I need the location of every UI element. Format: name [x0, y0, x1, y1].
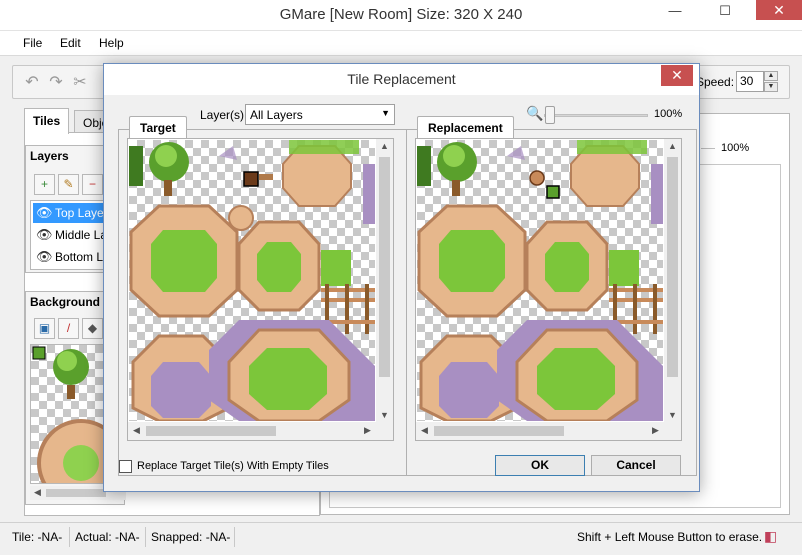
target-hscroll-thumb[interactable]	[146, 426, 276, 436]
scroll-right-icon[interactable]: ▶	[360, 425, 375, 436]
scroll-down-icon[interactable]: ▼	[665, 410, 680, 420]
brush-icon[interactable]: /	[58, 318, 79, 339]
delete-layer-icon[interactable]: −	[82, 174, 103, 195]
replacement-hscroll-thumb[interactable]	[434, 426, 564, 436]
eye-icon[interactable]: 👁	[36, 225, 53, 245]
status-snapped: Snapped: -NA-	[151, 530, 231, 544]
sand-ring-large	[129, 204, 239, 318]
status-tile: Tile: -NA-	[12, 530, 63, 544]
scroll-down-icon[interactable]: ▼	[377, 410, 392, 420]
undo-icon[interactable]: ↶	[21, 72, 43, 94]
scroll-right-icon[interactable]: ▶	[648, 425, 663, 436]
eye-icon[interactable]: 👁	[36, 203, 53, 223]
sand-ring-medium	[237, 220, 321, 312]
redo-icon[interactable]: ↷	[45, 72, 67, 94]
empty-tiles-checkbox[interactable]	[119, 460, 132, 473]
tab-tiles[interactable]: Tiles	[24, 108, 70, 134]
zoom-value: 100%	[654, 108, 683, 120]
replacement-group: Replacement ▲ ▼ ◀ ▶	[406, 116, 697, 476]
room-zoom-slider[interactable]	[701, 148, 715, 149]
image-icon[interactable]: ▣	[34, 318, 55, 339]
room-zoom-value: 100%	[721, 142, 750, 154]
status-separator	[69, 527, 70, 547]
status-bar: Tile: -NA- Actual: -NA- Snapped: -NA- Sh…	[0, 522, 802, 555]
scroll-left-icon[interactable]: ◀	[417, 425, 432, 436]
replacement-vscroll-thumb[interactable]	[667, 157, 678, 377]
speed-input[interactable]: 30	[736, 71, 764, 92]
target-viewport[interactable]: ▲ ▼ ◀ ▶	[127, 138, 394, 441]
eraser-icon: ◧	[764, 528, 778, 544]
status-separator	[145, 527, 146, 547]
zoom-slider-thumb[interactable]	[545, 106, 555, 124]
add-layer-icon[interactable]: +	[34, 174, 55, 195]
status-actual: Actual: -NA-	[75, 530, 140, 544]
minimize-button[interactable]: —	[660, 0, 690, 22]
speed-up-button[interactable]: ▲	[764, 71, 778, 81]
menu-edit[interactable]: Edit	[60, 36, 81, 50]
magnifier-icon: 🔍	[526, 105, 544, 121]
tile-cursor	[32, 346, 46, 360]
dialog-title: Tile Replacement	[347, 71, 456, 87]
scroll-up-icon[interactable]: ▲	[377, 141, 392, 151]
dialog-titlebar: Tile Replacement ✕	[104, 64, 699, 95]
zoom-slider-track[interactable]	[544, 114, 648, 117]
replacement-tileset-art	[417, 140, 663, 423]
target-hscroll[interactable]: ◀ ▶	[128, 422, 376, 440]
target-tab[interactable]: Target	[129, 116, 187, 138]
background-title: Background	[30, 295, 101, 309]
replacement-tileset[interactable]	[417, 140, 663, 423]
target-tileset-art	[129, 140, 375, 423]
status-separator	[234, 527, 235, 547]
replacement-tab[interactable]: Replacement	[417, 116, 514, 138]
target-vscroll-thumb[interactable]	[379, 157, 390, 377]
replacement-vscroll[interactable]: ▲ ▼	[664, 139, 681, 422]
close-button[interactable]: ✕	[756, 0, 802, 20]
stone-ring	[209, 320, 375, 423]
target-tileset[interactable]	[129, 140, 375, 423]
layers-label: Layer(s):	[200, 108, 248, 122]
menu-file[interactable]: File	[23, 36, 42, 50]
target-group: Target ▲ ▼ ◀ ▶	[118, 116, 409, 476]
speed-down-button[interactable]: ▼	[764, 82, 778, 92]
edit-layer-icon[interactable]: ✎	[58, 174, 79, 195]
scroll-left-icon[interactable]: ◀	[129, 425, 144, 436]
replacement-hscroll[interactable]: ◀ ▶	[416, 422, 664, 440]
dialog-close-button[interactable]: ✕	[661, 65, 693, 86]
speed-label: Speed:	[696, 75, 735, 89]
scroll-up-icon[interactable]: ▲	[665, 141, 680, 151]
target-vscroll[interactable]: ▲ ▼	[376, 139, 393, 422]
replacement-viewport[interactable]: ▲ ▼ ◀ ▶	[415, 138, 682, 441]
menu-help[interactable]: Help	[99, 36, 124, 50]
fill-icon[interactable]: ◆	[82, 318, 103, 339]
empty-tiles-label: Replace Target Tile(s) With Empty Tiles	[137, 460, 329, 472]
ok-button[interactable]: OK	[495, 455, 585, 476]
chevron-down-icon: ▼	[381, 108, 390, 118]
status-hint: Shift + Left Mouse Button to erase.	[577, 530, 763, 544]
layers-title: Layers	[30, 149, 69, 163]
scroll-corner	[376, 422, 393, 440]
cut-icon[interactable]: ✂	[69, 72, 91, 94]
layers-select[interactable]: All Layers ▼	[245, 104, 395, 125]
maximize-button[interactable]: ☐	[710, 0, 740, 22]
menu-bar: File Edit Help	[0, 31, 802, 55]
scroll-corner	[664, 422, 681, 440]
tile-replacement-dialog: Tile Replacement ✕ Layer(s): All Layers …	[103, 63, 700, 492]
eye-icon[interactable]: 👁	[36, 247, 53, 267]
cancel-button[interactable]: Cancel	[591, 455, 681, 476]
window-titlebar: GMare [New Room] Size: 320 X 240 — ☐ ✕	[0, 0, 802, 31]
